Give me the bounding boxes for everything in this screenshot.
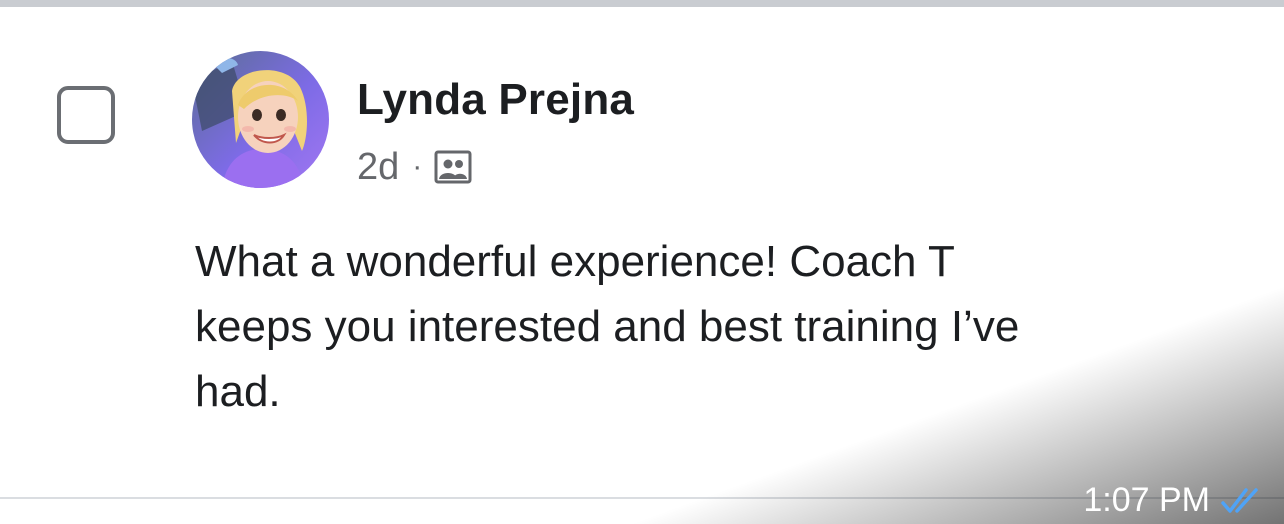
select-checkbox[interactable] — [57, 86, 115, 144]
message-timestamp: 1:07 PM — [1083, 481, 1266, 520]
post-body: What a wonderful experience! Coach T kee… — [195, 229, 1195, 424]
post-text-line: had. — [195, 367, 281, 416]
avatar[interactable] — [192, 51, 329, 188]
post-text-line: What a wonderful experience! Coach T — [195, 237, 955, 286]
avatar-image — [192, 51, 329, 188]
author-name[interactable]: Lynda Prejna — [357, 75, 634, 125]
group-audience-icon — [433, 149, 473, 185]
screen: Lynda Prejna 2d · What a wonderful exper… — [0, 0, 1284, 524]
top-divider — [0, 0, 1284, 7]
post-text-line: keeps you interested and best training I… — [195, 302, 1020, 351]
message-time: 1:07 PM — [1083, 481, 1210, 519]
double-check-read-icon — [1220, 486, 1266, 516]
post-meta: 2d · — [357, 145, 473, 189]
post-age[interactable]: 2d — [357, 146, 399, 189]
meta-separator: · — [412, 150, 423, 183]
post-card: Lynda Prejna 2d · What a wonderful exper… — [0, 7, 1284, 497]
